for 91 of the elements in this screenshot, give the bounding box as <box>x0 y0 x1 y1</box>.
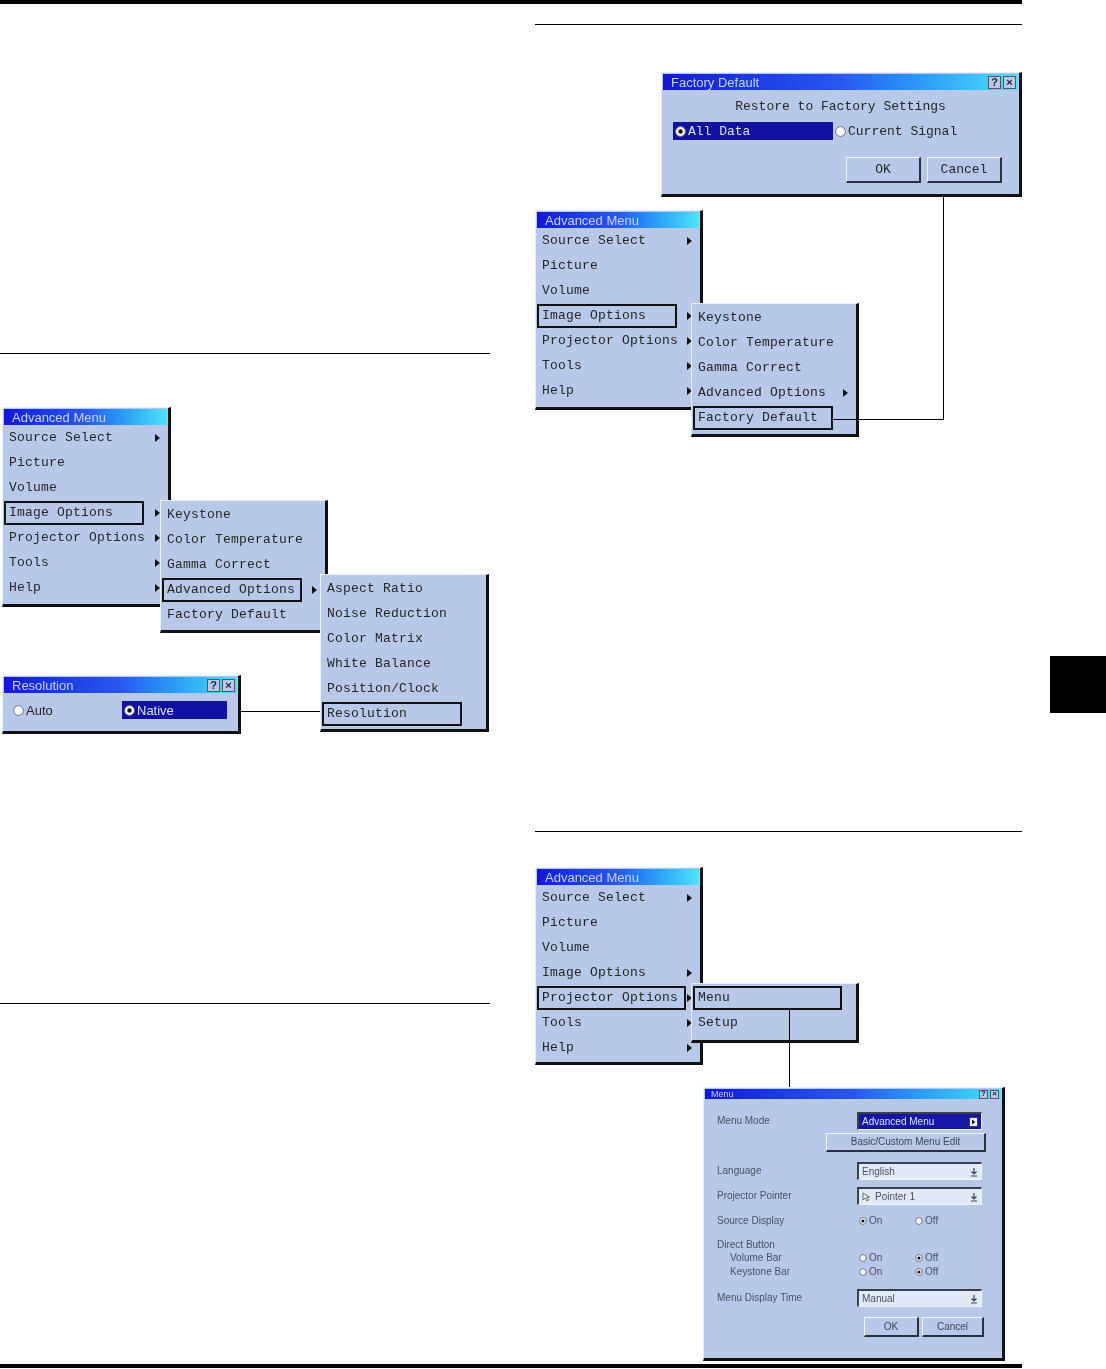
window-title: Advanced Menu <box>545 870 639 884</box>
menu-item[interactable]: Projector Options <box>537 985 686 1010</box>
caret-right-icon <box>969 1116 978 1127</box>
radio-option[interactable]: Auto <box>11 701 116 719</box>
menu-item[interactable]: Noise Reduction <box>322 601 462 626</box>
menu-item[interactable]: Advanced Options <box>693 380 833 405</box>
radio-option[interactable]: Off <box>913 1267 969 1277</box>
menu-item[interactable]: Keystone <box>162 502 302 527</box>
close-button[interactable]: × <box>222 678 235 692</box>
menu-item[interactable]: Help <box>537 378 677 403</box>
menu-item[interactable]: Help <box>537 1035 686 1060</box>
menu-item[interactable]: Setup <box>693 1010 842 1035</box>
close-button[interactable]: × <box>1003 75 1016 89</box>
radio-option[interactable]: On <box>857 1216 913 1226</box>
dropdown-arrow-icon <box>970 1191 978 1202</box>
menu-item[interactable]: Tools <box>4 550 144 575</box>
window-title: Menu <box>711 1089 734 1099</box>
dropdown-arrow-icon <box>970 1293 978 1304</box>
menu-item[interactable]: Position/Clock <box>322 676 462 701</box>
menu-item[interactable]: Volume <box>537 935 686 960</box>
setting-label: Volume Bar <box>730 1253 782 1263</box>
menu-item[interactable]: Resolution <box>322 701 462 726</box>
setting-label: Language <box>717 1166 762 1176</box>
menu-item[interactable]: Picture <box>537 253 677 278</box>
dropdown-field[interactable]: Manual <box>857 1289 982 1307</box>
radio-icon <box>915 1217 923 1225</box>
pointer-icon <box>862 1191 872 1202</box>
menu-item[interactable]: Tools <box>537 1010 686 1035</box>
menu-item[interactable]: Gamma Correct <box>693 355 833 380</box>
radio-option[interactable]: Off <box>913 1253 969 1263</box>
radio-option[interactable]: On <box>857 1253 913 1263</box>
menu-item[interactable]: Projector Options <box>4 525 144 550</box>
radio-option[interactable]: Current Signal <box>833 122 993 140</box>
radio-option[interactable]: Off <box>913 1216 969 1226</box>
menu-item[interactable]: Keystone <box>693 305 833 330</box>
ok-button[interactable]: OK <box>864 1317 919 1337</box>
help-button[interactable]: ? <box>207 678 220 692</box>
window-title: Advanced Menu <box>545 213 639 227</box>
dropdown-field[interactable]: English <box>857 1162 982 1180</box>
menu-edit-button[interactable]: Basic/Custom Menu Edit <box>826 1133 986 1152</box>
edge-marker <box>1050 656 1106 713</box>
menu-item[interactable]: Advanced Options <box>162 577 302 602</box>
radio-option[interactable]: All Data <box>673 122 833 140</box>
setting-label: Projector Pointer <box>717 1191 792 1201</box>
setting-label: Menu Display Time <box>717 1293 803 1303</box>
window-title: Resolution <box>12 678 74 692</box>
menu-item[interactable]: Image Options <box>537 303 677 328</box>
menu-item[interactable]: Factory Default <box>162 602 302 627</box>
menu-item[interactable]: Volume <box>537 278 677 303</box>
dropdown-field[interactable]: Advanced Menu <box>857 1112 982 1130</box>
menu-item[interactable]: Projector Options <box>537 328 677 353</box>
setting-label: Source Display <box>717 1216 785 1226</box>
radio-icon <box>13 704 24 716</box>
menu-item[interactable]: Factory Default <box>693 405 833 430</box>
menu-item[interactable]: Color Temperature <box>693 330 833 355</box>
radio-icon <box>124 704 135 716</box>
radio-icon <box>859 1217 867 1225</box>
radio-icon <box>835 125 846 137</box>
menu-item[interactable]: Gamma Correct <box>162 552 302 577</box>
setting-label: Menu Mode <box>717 1116 770 1126</box>
menu-item[interactable]: White Balance <box>322 651 462 676</box>
menu-item[interactable]: Source Select <box>537 228 677 253</box>
setting-label: Direct Button <box>717 1240 775 1250</box>
menu-item[interactable]: Volume <box>4 475 144 500</box>
menu-item[interactable]: Image Options <box>537 960 686 985</box>
menu-item[interactable]: Image Options <box>4 500 144 525</box>
menu-item[interactable]: Picture <box>537 910 686 935</box>
dropdown-arrow-icon <box>970 1166 978 1177</box>
radio-option[interactable]: On <box>857 1267 913 1277</box>
radio-option[interactable]: Native <box>122 701 227 719</box>
menu-item[interactable]: Color Matrix <box>322 626 462 651</box>
menu-item[interactable]: Help <box>4 575 144 600</box>
help-button[interactable]: ? <box>979 1089 988 1099</box>
help-button[interactable]: ? <box>988 75 1001 89</box>
menu-item[interactable]: Aspect Ratio <box>322 576 462 601</box>
menu-item[interactable]: Menu <box>693 985 842 1010</box>
window-title: Advanced Menu <box>12 410 106 424</box>
window-title: Factory Default <box>671 75 760 89</box>
dropdown-field[interactable]: Pointer 1 <box>857 1187 982 1205</box>
dialog-message: Restore to Factory Settings <box>735 99 946 113</box>
menu-item[interactable]: Source Select <box>537 885 686 910</box>
cancel-button[interactable]: Cancel <box>927 157 1002 183</box>
radio-icon <box>675 125 686 137</box>
menu-item[interactable]: Tools <box>537 353 677 378</box>
close-button[interactable]: × <box>990 1089 999 1099</box>
ok-button[interactable]: OK <box>846 157 921 183</box>
menu-item[interactable]: Source Select <box>4 425 144 450</box>
cancel-button[interactable]: Cancel <box>922 1317 984 1337</box>
menu-item[interactable]: Picture <box>4 450 144 475</box>
menu-item[interactable]: Color Temperature <box>162 527 302 552</box>
setting-label: Keystone Bar <box>730 1267 791 1277</box>
